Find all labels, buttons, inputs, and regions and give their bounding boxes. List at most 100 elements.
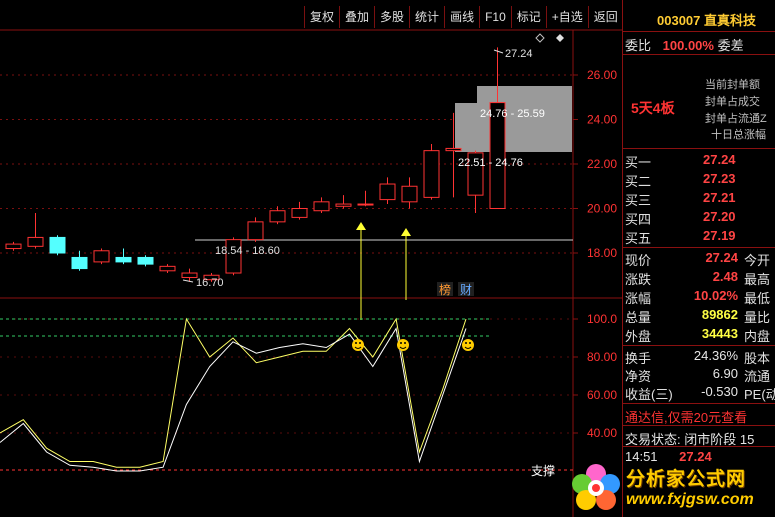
support-label: 支撑 xyxy=(531,463,555,478)
stat-label2: 最低 xyxy=(744,291,771,306)
stat-value: 6.90 xyxy=(712,366,738,381)
bid-row[interactable]: 买五 27.19 xyxy=(625,228,775,247)
stock-chart-window: 26.00 24.00 22.00 20.00 18.00 100.0 80.00 60.0… xyxy=(0,0,775,517)
stat-label2: PE(动 xyxy=(744,387,775,402)
stat-row: 换手 24.36% 股本 xyxy=(625,348,775,367)
chart-toolbar: 复权 叠加 多股 统计 画线 F10 标记 +自选 返回 xyxy=(304,6,624,28)
candle-body xyxy=(93,250,110,263)
candle-body xyxy=(49,236,66,254)
overlay-button[interactable]: 叠加 xyxy=(339,6,374,28)
bid-row[interactable]: 买四 27.20 xyxy=(625,209,775,228)
bid-price: 27.19 xyxy=(703,228,736,243)
stat-label: 净资 xyxy=(625,369,652,384)
indicator-line-yellow xyxy=(0,317,467,468)
fuquan-button[interactable]: 复权 xyxy=(304,6,339,28)
stat-label2: 流通 xyxy=(744,369,771,384)
add-watchlist-button[interactable]: +自选 xyxy=(545,6,588,28)
weibi-row: 委比 100.00% 委差 xyxy=(625,38,744,53)
logo-title: 分析家公式网 xyxy=(626,469,747,490)
stat-label2: 今开 xyxy=(744,253,771,268)
bid-price: 27.21 xyxy=(703,190,736,205)
indicator-axis: 100.0 80.00 60.00 40.00 xyxy=(573,312,617,440)
stat-row: 现价 27.24 今开 xyxy=(625,250,775,269)
stock-code: 003007 xyxy=(657,13,701,28)
bid-label: 买四 xyxy=(625,212,652,227)
stat-value: 27.24 xyxy=(705,250,738,265)
site-logo: 分析家公式网 www.fxjgsw.com xyxy=(566,458,775,517)
quote-panel: 003007 直真科技 委比 100.00% 委差 当前封单额 封单占成交 封单… xyxy=(622,0,775,517)
candle-body xyxy=(401,185,418,203)
bid-price: 27.24 xyxy=(703,152,736,167)
candle-body xyxy=(357,203,374,206)
kline-chart[interactable]: 26.00 24.00 22.00 20.00 18.00 100.0 80.00 60.0… xyxy=(0,0,622,517)
indicator-tick-label: 60.00 xyxy=(587,388,617,402)
stat-value: -0.530 xyxy=(701,384,738,399)
stat-value: 10.02% xyxy=(693,288,738,303)
ad-text[interactable]: 通达信,仅需20元查看 xyxy=(625,407,775,426)
smiley-icon xyxy=(397,339,409,351)
ten-day-gain-label: 十日总涨幅 xyxy=(711,129,766,141)
stat-label2: 内盘 xyxy=(744,329,771,344)
range-box-upper xyxy=(477,86,572,103)
stat-label: 涨幅 xyxy=(625,291,652,306)
stat-label: 换手 xyxy=(625,351,652,366)
badge-bang-label: 榜 xyxy=(439,282,451,297)
stat-label: 涨跌 xyxy=(625,272,652,287)
bid-row[interactable]: 买一 27.24 xyxy=(625,152,775,171)
candle-body xyxy=(27,236,44,247)
price-axis: 26.00 24.00 22.00 20.00 18.00 xyxy=(573,68,617,260)
bid-row[interactable]: 买二 27.23 xyxy=(625,171,775,190)
marker-diamond-icon[interactable] xyxy=(535,33,545,43)
stat-value: 34443 xyxy=(701,326,738,341)
stat-row: 外盘 34443 内盘 xyxy=(625,326,775,345)
high-price-label: 27.24 xyxy=(505,48,533,60)
stat-row: 涨幅 10.02% 最低 xyxy=(625,288,775,307)
indicator-tick-label: 80.00 xyxy=(587,350,617,364)
candle-body xyxy=(247,221,264,241)
price-tick-label: 18.00 xyxy=(587,246,617,260)
stock-name: 直真科技 xyxy=(704,13,757,28)
back-button[interactable]: 返回 xyxy=(587,6,624,28)
range-label-1: 24.76 - 25.59 xyxy=(480,108,545,120)
bid-row[interactable]: 买三 27.21 xyxy=(625,190,775,209)
stat-label: 收益(三) xyxy=(625,387,673,402)
indicator-tick-label: 40.00 xyxy=(587,426,617,440)
stat-label: 现价 xyxy=(625,253,652,268)
stat-label: 总量 xyxy=(625,310,652,325)
bid-label: 买一 xyxy=(625,155,652,170)
f10-button[interactable]: F10 xyxy=(479,6,511,28)
price-tick-label: 26.00 xyxy=(587,68,617,82)
stat-row: 收益(三) -0.530 PE(动 xyxy=(625,384,775,403)
stat-value: 24.36% xyxy=(693,348,738,363)
statistics-button[interactable]: 统计 xyxy=(409,6,444,28)
price-tick-label: 22.00 xyxy=(587,157,617,171)
candle-body xyxy=(291,208,308,218)
stat-label: 外盘 xyxy=(625,329,652,344)
stat-row: 涨跌 2.48 最高 xyxy=(625,269,775,288)
bid-label: 买五 xyxy=(625,231,652,246)
bid-price: 27.20 xyxy=(703,209,736,224)
candle-body xyxy=(335,203,352,207)
signal-arrow-1 xyxy=(356,222,366,320)
candle-body xyxy=(445,147,462,152)
draw-line-button[interactable]: 画线 xyxy=(444,6,479,28)
candle-body xyxy=(313,201,330,212)
multi-stock-button[interactable]: 多股 xyxy=(374,6,409,28)
low-price-label: 16.70 xyxy=(196,277,224,289)
indicator-tick-label: 100.0 xyxy=(587,312,617,326)
candle-body xyxy=(269,210,286,223)
stat-label2: 股本 xyxy=(744,351,771,366)
candle-body xyxy=(71,256,88,270)
candle-body xyxy=(159,265,176,272)
candle-body xyxy=(5,243,22,250)
bid-price: 27.23 xyxy=(703,171,736,186)
smiley-icon xyxy=(352,339,364,351)
logo-url[interactable]: www.fxjgsw.com xyxy=(626,491,754,509)
stat-value: 2.48 xyxy=(712,269,738,284)
stat-value: 89862 xyxy=(701,307,738,322)
stock-header: 003007 直真科技 xyxy=(657,10,775,29)
badge-cai-label: 财 xyxy=(460,283,472,297)
mark-button[interactable]: 标记 xyxy=(510,6,546,28)
marker-diamond-filled-icon[interactable] xyxy=(556,34,564,42)
candle-body xyxy=(423,150,440,198)
